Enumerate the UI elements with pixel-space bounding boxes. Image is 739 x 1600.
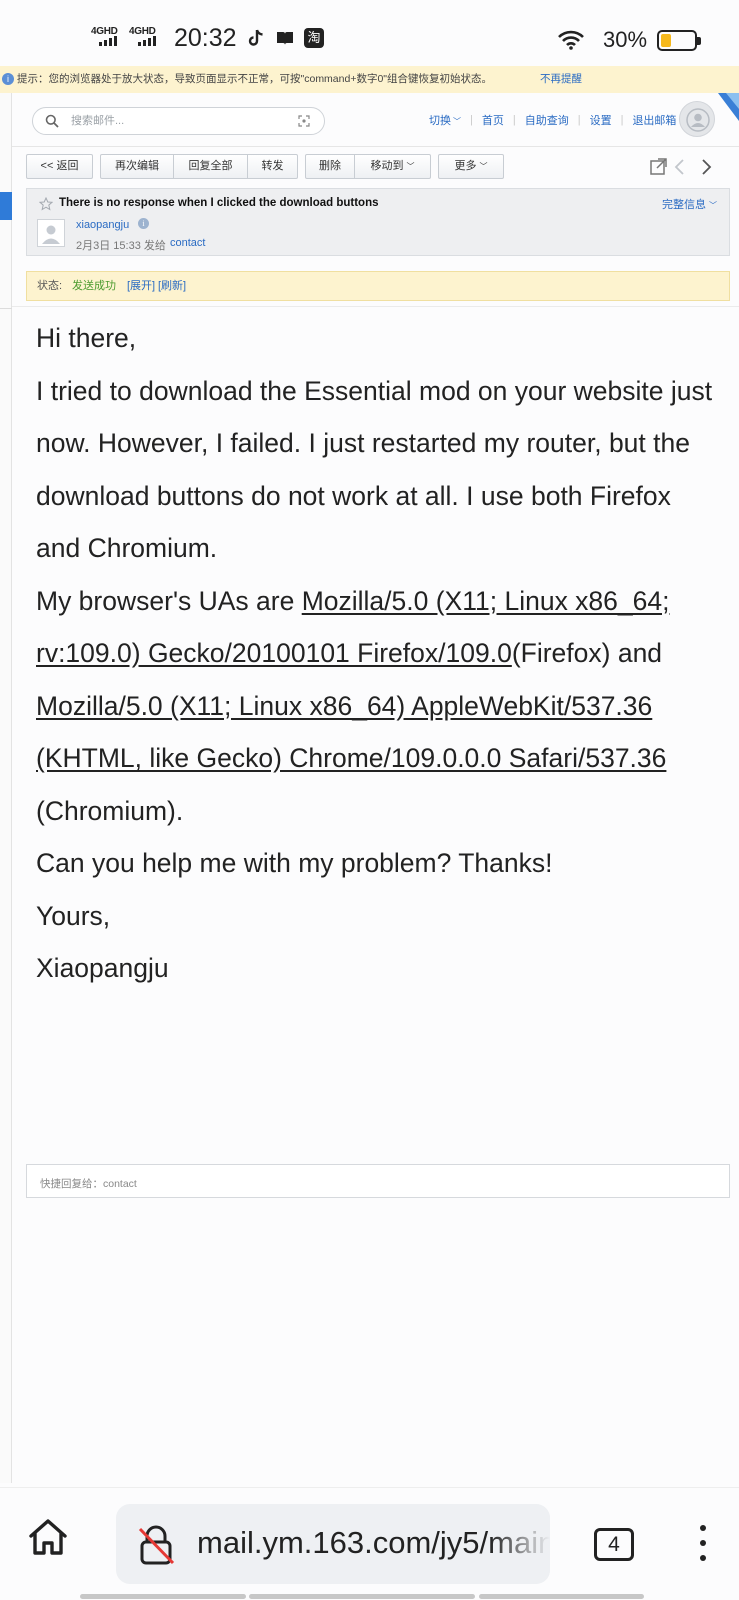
sender-avatar[interactable] — [37, 219, 65, 247]
top-nav: 切换 ﹀ | 首页 | 自助查询 | 设置 | 退出邮箱 — [429, 112, 677, 128]
tiktok-icon — [248, 29, 263, 46]
dismiss-notice-link[interactable]: 不再提醒 — [540, 66, 582, 93]
status-bar: 4GHD 4GHD 20:32 淘 30% — [0, 0, 739, 66]
next-mail-icon[interactable] — [702, 159, 712, 175]
home-button[interactable] — [26, 1515, 70, 1559]
delivery-status-bar: 状态: 发送成功 [展开] [刷新] — [26, 271, 730, 301]
more-menu-icon[interactable] — [696, 1525, 710, 1567]
star-icon[interactable] — [39, 197, 53, 211]
sender-name[interactable]: xiaopangju — [76, 219, 129, 231]
info-icon: i — [2, 73, 14, 85]
status-value: 发送成功 — [72, 280, 116, 292]
send-date: 2月3日 15:33 发给 — [76, 240, 166, 252]
body-paragraph: I tried to download the Essential mod on… — [36, 375, 713, 564]
zoom-notice-banner: i 提示：您的浏览器处于放大状态，导致页面显示不正常，可按"command+数字… — [0, 66, 739, 93]
scan-icon[interactable] — [298, 115, 310, 127]
wifi-icon — [558, 30, 584, 50]
clock: 20:32 — [174, 24, 237, 52]
signal-icon-1 — [99, 36, 117, 46]
forward-button[interactable]: 转发 — [248, 154, 298, 179]
nav-logout-link[interactable]: 退出邮箱 — [632, 112, 676, 128]
signal-icon-2 — [138, 36, 156, 46]
user-agent-paragraph: My browser's UAs are Mozilla/5.0 (X11; L… — [36, 585, 670, 826]
move-to-button[interactable]: 移动到 ﹀ — [355, 154, 431, 179]
signature-line: Xiaopangju — [36, 953, 169, 983]
mail-subject: There is no response when I clicked the … — [59, 197, 379, 209]
quick-reply-box[interactable]: 快捷回复给：contact — [26, 1164, 730, 1198]
chevron-down-icon: ﹀ — [453, 117, 461, 126]
recipient-link[interactable]: contact — [170, 237, 205, 249]
closing-line: Yours, — [36, 900, 111, 931]
chevron-down-icon: ﹀ — [406, 162, 415, 171]
nav-self-service-link[interactable]: 自助查询 — [525, 112, 569, 128]
tab-switcher-button[interactable]: 4 — [594, 1528, 634, 1561]
battery-level — [661, 34, 671, 47]
status-label: 状态: — [37, 280, 63, 292]
user-icon — [686, 108, 710, 132]
battery-percent: 30% — [603, 27, 648, 52]
full-info-link[interactable]: 完整信息 ﹀ — [662, 196, 717, 212]
switch-menu[interactable]: 切换 ﹀ — [429, 112, 461, 128]
address-bar[interactable]: mail.ym.163.com/jy5/main — [116, 1504, 550, 1584]
search-icon — [45, 114, 59, 128]
expand-status-link[interactable]: [展开] — [127, 272, 155, 300]
search-box[interactable] — [32, 107, 325, 135]
chevron-down-icon: ﹀ — [709, 201, 717, 210]
scroll-indicator — [479, 1594, 644, 1599]
chevron-down-icon: ﹀ — [479, 162, 488, 171]
sender-info-icon[interactable]: i — [138, 218, 149, 229]
message-body: Hi there, I tried to download the Essent… — [36, 312, 716, 995]
mail-header-panel: There is no response when I clicked the … — [26, 188, 730, 256]
battery-icon — [657, 30, 701, 51]
taobao-icon: 淘 — [304, 28, 324, 48]
reply-all-button[interactable]: 回复全部 — [174, 154, 248, 179]
back-button[interactable]: << 返回 — [26, 154, 93, 179]
open-new-window-icon[interactable] — [650, 158, 667, 175]
toolbar-right-icons — [650, 158, 712, 175]
insecure-lock-icon[interactable] — [136, 1524, 176, 1566]
search-input[interactable] — [69, 113, 289, 129]
book-icon — [277, 32, 293, 45]
user-icon — [42, 225, 60, 244]
zoom-notice-text: 提示：您的浏览器处于放大状态，导致页面显示不正常，可按"command+数字0"… — [17, 73, 493, 85]
browser-toolbar: mail.ym.163.com/jy5/main 4 — [0, 1487, 739, 1600]
delete-button[interactable]: 删除 — [305, 154, 355, 179]
previous-mail-icon[interactable] — [674, 159, 684, 175]
edit-again-button[interactable]: 再次编辑 — [100, 154, 174, 179]
corner-flag-icon — [718, 93, 739, 121]
more-button[interactable]: 更多 ﹀ — [438, 154, 504, 179]
nav-settings-link[interactable]: 设置 — [590, 112, 612, 128]
chromium-user-agent: Mozilla/5.0 (X11; Linux x86_64) AppleWeb… — [36, 690, 667, 774]
sidebar-active-tab[interactable] — [0, 192, 12, 220]
sidebar-edge[interactable] — [0, 93, 12, 1483]
scroll-indicator — [249, 1594, 475, 1599]
refresh-status-link[interactable]: [刷新] — [158, 272, 186, 300]
question-line: Can you help me with my problem? Thanks! — [36, 848, 553, 878]
user-avatar[interactable] — [679, 101, 715, 137]
greeting-line: Hi there, — [36, 323, 137, 353]
nav-home-link[interactable]: 首页 — [482, 112, 504, 128]
scroll-indicator — [80, 1594, 246, 1599]
quick-reply-label: 快捷回复给：contact — [40, 1178, 137, 1190]
